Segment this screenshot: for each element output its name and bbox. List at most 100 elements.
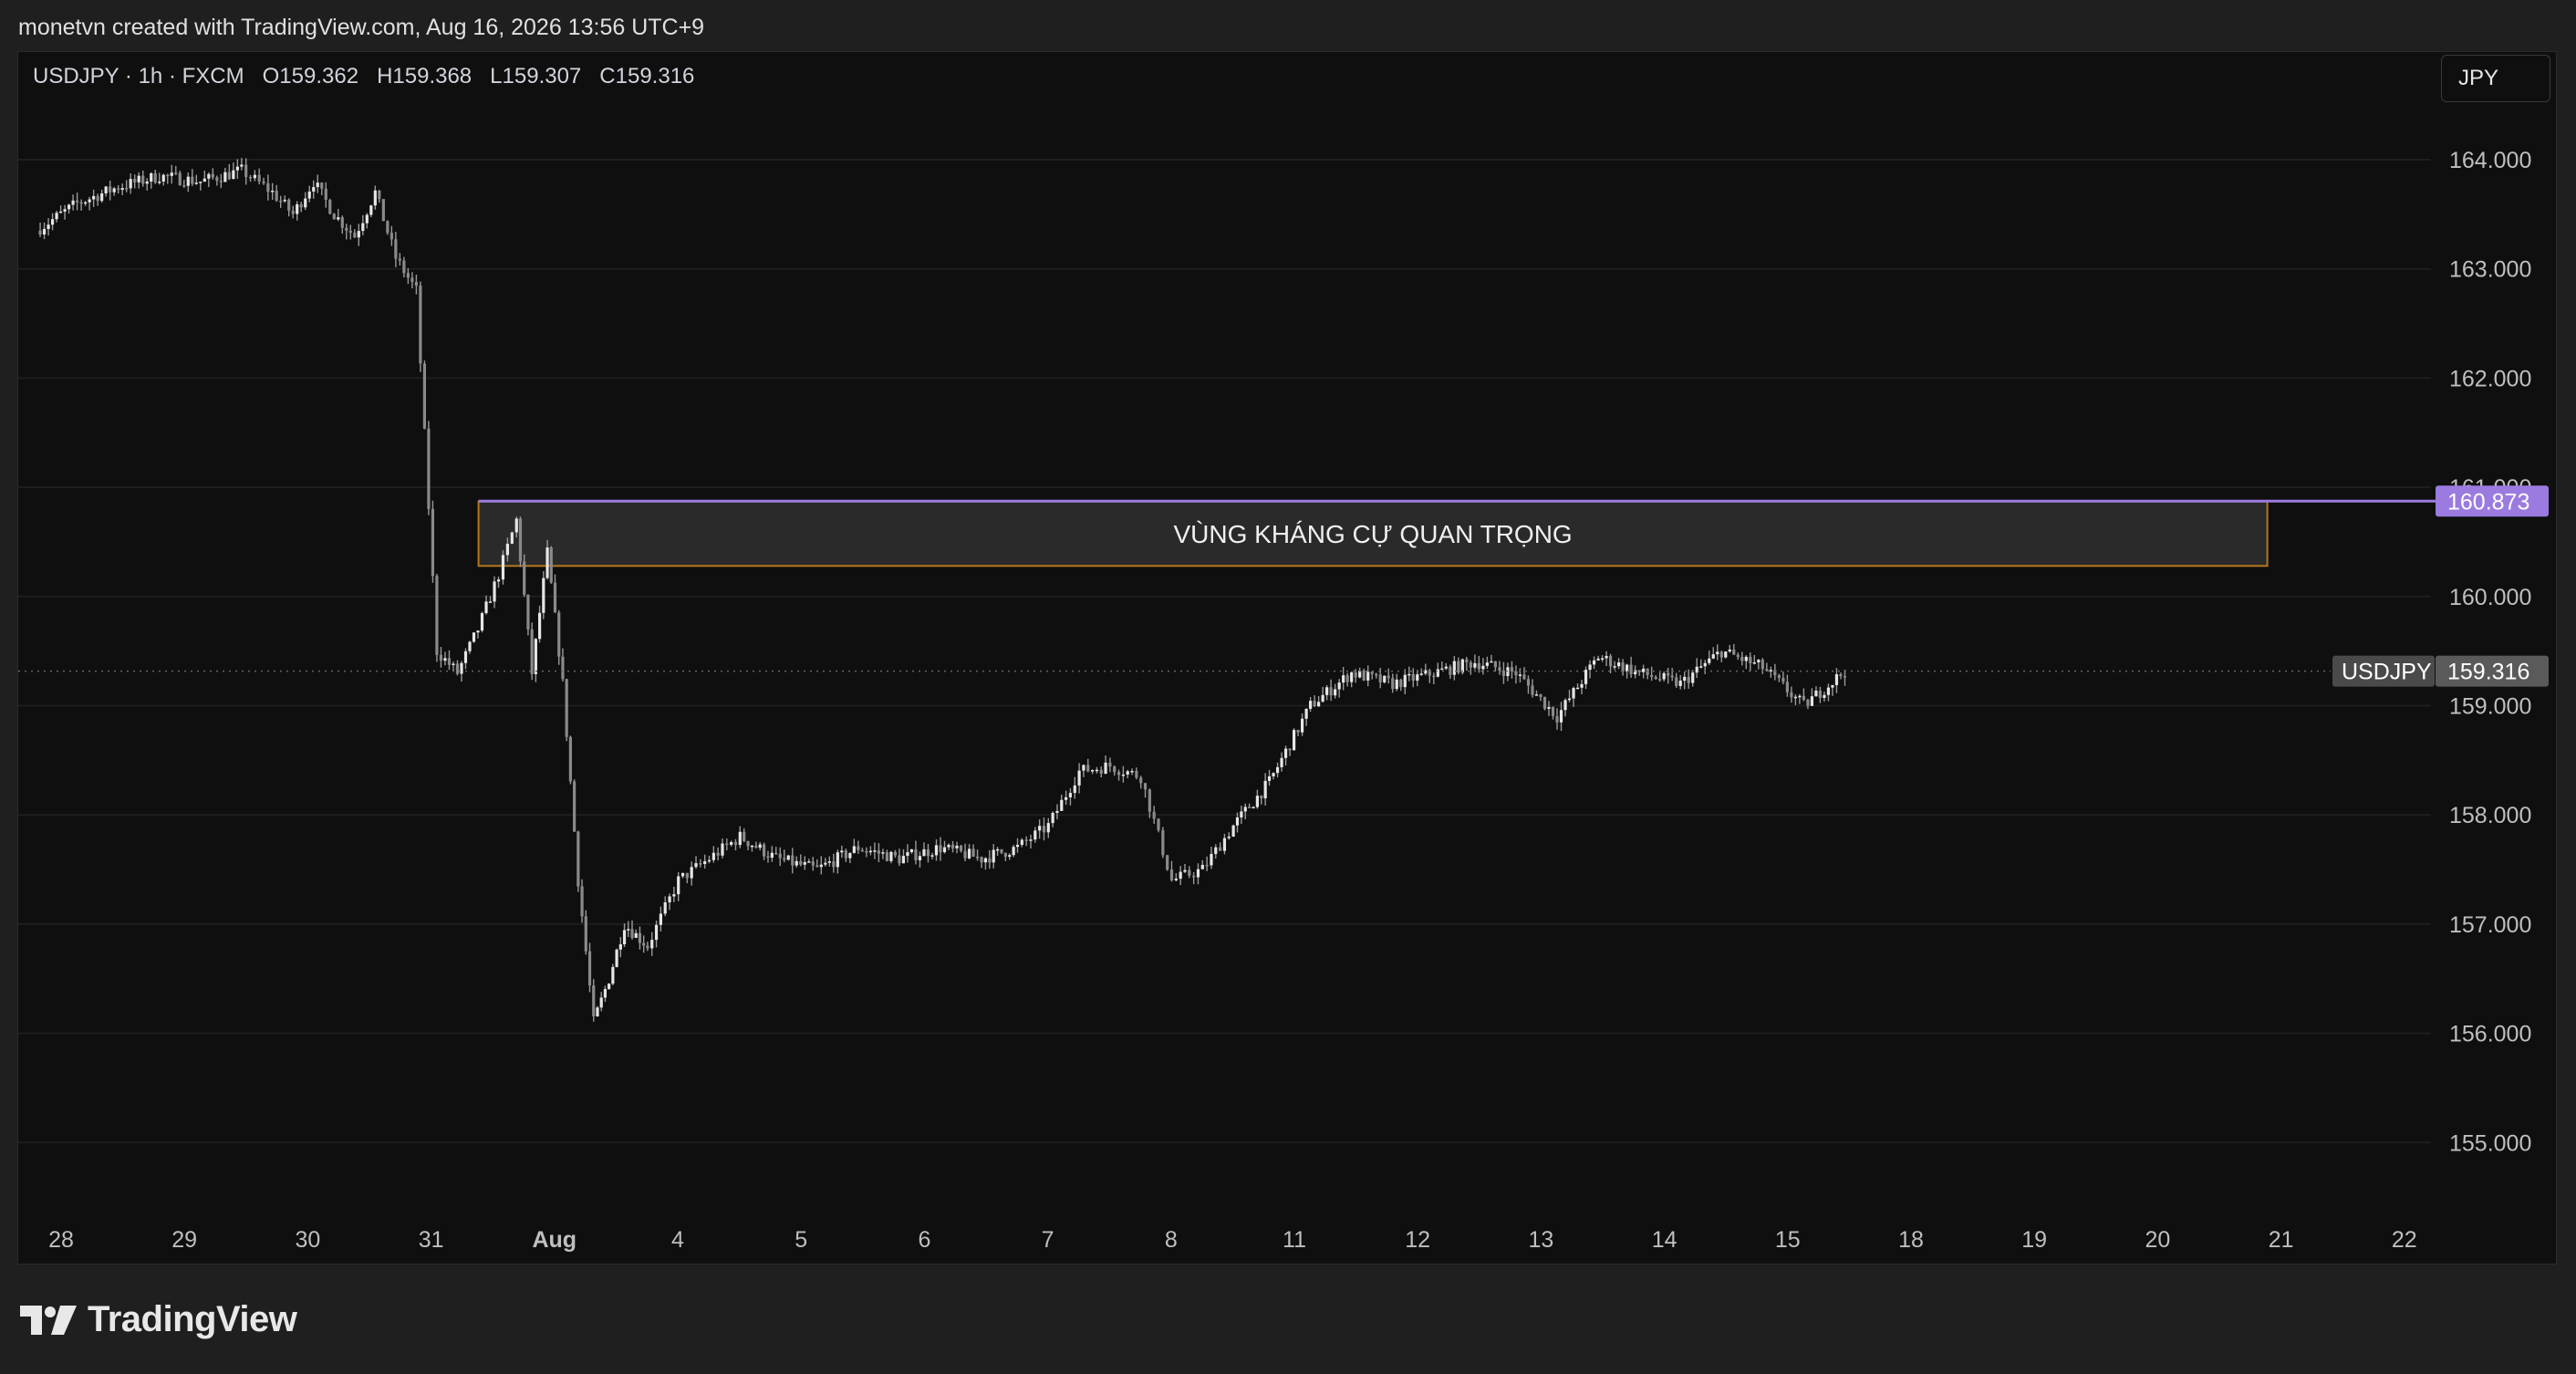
candle-body bbox=[690, 867, 693, 879]
candle-body bbox=[827, 860, 831, 863]
candle-body bbox=[353, 233, 357, 238]
candle-body bbox=[630, 929, 634, 938]
candle-body bbox=[1626, 664, 1629, 671]
time-axis-tick: 21 bbox=[2269, 1227, 2294, 1253]
candle-body bbox=[365, 214, 369, 224]
candle-body bbox=[1526, 679, 1531, 686]
candle-body bbox=[1678, 681, 1682, 686]
candle-body bbox=[1248, 807, 1252, 808]
candle-body bbox=[1826, 687, 1831, 695]
price-axis[interactable]: 164.000163.000162.000161.000160.000159.0… bbox=[2449, 148, 2531, 1156]
candle-body bbox=[1823, 694, 1826, 698]
candle-body bbox=[561, 656, 565, 680]
candle-body bbox=[1744, 656, 1748, 661]
candle-body bbox=[868, 850, 872, 853]
candle-body bbox=[549, 547, 553, 583]
candle-body bbox=[967, 848, 971, 859]
candle-body bbox=[1457, 661, 1460, 673]
candle-body bbox=[988, 858, 992, 863]
ohlc-legend: USDJPY · 1h · FXCM O159.362 H159.368 L15… bbox=[33, 64, 694, 89]
candle-body bbox=[1798, 695, 1802, 698]
price-chart[interactable]: VÙNG KHÁNG CỰ QUAN TRỌNG 164.000 163.000 1… bbox=[0, 0, 2576, 1374]
currency-button[interactable]: JPY bbox=[2441, 55, 2550, 102]
candle-body bbox=[750, 845, 754, 848]
candle-body bbox=[1563, 700, 1567, 711]
candle-body bbox=[766, 856, 770, 859]
candle-body bbox=[947, 844, 950, 848]
candle-body bbox=[983, 858, 988, 863]
tradingview-logo[interactable]: TradingView bbox=[20, 1299, 297, 1340]
candle-body bbox=[1436, 669, 1439, 677]
candle-body bbox=[369, 205, 373, 215]
candle-body bbox=[112, 188, 116, 193]
candle-body bbox=[394, 239, 398, 259]
candle-body bbox=[42, 228, 47, 234]
candle-body bbox=[447, 658, 452, 665]
candle-body bbox=[1227, 836, 1231, 838]
candle-body bbox=[304, 198, 307, 208]
tradingview-logo-icon bbox=[20, 1305, 77, 1335]
candle-body bbox=[942, 847, 947, 853]
candle-body bbox=[992, 849, 995, 863]
legend-close: C159.316 bbox=[599, 64, 695, 88]
candle-body bbox=[580, 886, 584, 917]
resistance-zone-label: VÙNG KHÁNG CỰ QUAN TRỌNG bbox=[1173, 520, 1572, 548]
candle-body bbox=[1629, 664, 1633, 675]
candle-body bbox=[1531, 685, 1534, 695]
time-axis[interactable]: 28 29 30 31 Aug 4 5 6 7 8 11 12 13 14 15 18 19 20 21 22 bbox=[48, 1227, 2417, 1253]
candle-body bbox=[50, 219, 55, 225]
candle-body bbox=[1440, 668, 1444, 671]
candle-body bbox=[538, 612, 542, 640]
candle-body bbox=[1192, 875, 1196, 878]
candle-body bbox=[1383, 675, 1387, 682]
candle-body bbox=[1243, 807, 1247, 812]
time-axis-tick: 18 bbox=[1898, 1227, 1924, 1253]
candle-body bbox=[1148, 789, 1151, 812]
candle-body bbox=[1219, 847, 1222, 851]
candle-body bbox=[279, 201, 283, 203]
candle-body bbox=[1518, 674, 1522, 676]
candle-body bbox=[1375, 673, 1378, 676]
candle-body bbox=[468, 641, 472, 651]
candle-body bbox=[1126, 771, 1129, 775]
candle-body bbox=[1296, 730, 1300, 733]
candle-body bbox=[1235, 817, 1240, 826]
candle-body bbox=[786, 855, 790, 860]
candle-body bbox=[611, 966, 615, 984]
candle-body bbox=[1646, 668, 1649, 675]
candle-body bbox=[158, 182, 161, 183]
candle-body bbox=[1465, 659, 1469, 662]
candle-body bbox=[166, 174, 170, 177]
candle-body bbox=[1542, 696, 1547, 709]
candle-body bbox=[223, 172, 227, 182]
time-axis-tick: 4 bbox=[671, 1227, 684, 1253]
candle-body bbox=[545, 547, 549, 578]
candle-body bbox=[642, 942, 646, 946]
candle-body bbox=[1345, 675, 1349, 682]
grid-lines bbox=[18, 159, 2431, 1144]
candle-body bbox=[1703, 662, 1707, 667]
candle-body bbox=[638, 932, 642, 943]
candle-body bbox=[659, 913, 662, 925]
candle-body bbox=[1444, 666, 1448, 669]
candle-body bbox=[435, 576, 439, 655]
candle-body bbox=[1777, 674, 1781, 678]
candle-body bbox=[1452, 661, 1456, 675]
resistance-zone[interactable]: VÙNG KHÁNG CỰ QUAN TRỌNG bbox=[477, 500, 2269, 567]
candle-body bbox=[646, 945, 649, 949]
candle-body bbox=[1267, 775, 1272, 781]
candle-body bbox=[971, 848, 975, 857]
candle-body bbox=[414, 282, 418, 286]
candle-body bbox=[1691, 672, 1695, 683]
candle-body bbox=[699, 863, 702, 865]
candle-body bbox=[844, 850, 847, 859]
candle-body bbox=[1003, 852, 1007, 858]
candle-body bbox=[496, 579, 501, 582]
candle-body bbox=[557, 612, 561, 657]
candle-body bbox=[1485, 662, 1489, 666]
candle-body bbox=[47, 224, 50, 229]
candle-body bbox=[215, 177, 219, 182]
candle-body bbox=[857, 846, 860, 850]
candle-body bbox=[1419, 673, 1423, 675]
candle-body bbox=[1493, 661, 1497, 668]
